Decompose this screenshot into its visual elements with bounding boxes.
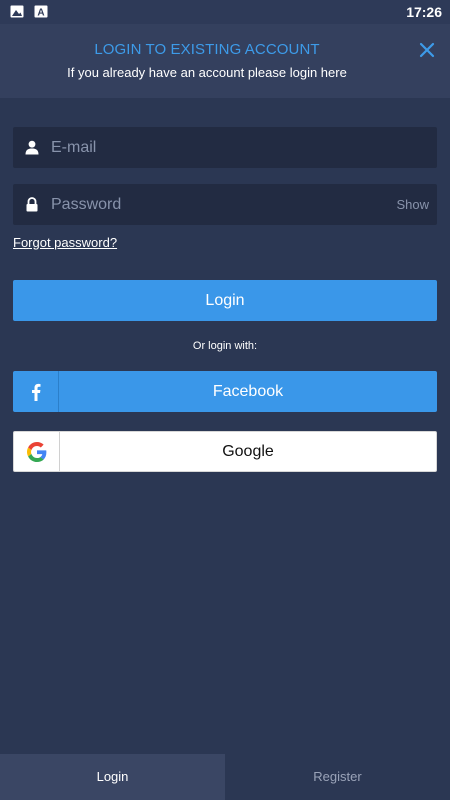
- tab-login[interactable]: Login: [0, 754, 225, 800]
- facebook-icon: [31, 383, 40, 401]
- tab-register[interactable]: Register: [225, 754, 450, 800]
- facebook-login-button[interactable]: Facebook: [13, 371, 437, 412]
- header: LOGIN TO EXISTING ACCOUNT If you already…: [0, 24, 450, 98]
- bottom-tabbar: Login Register: [0, 754, 450, 800]
- lock-icon: [26, 197, 38, 212]
- svg-text:A: A: [37, 8, 44, 19]
- forgot-password-link[interactable]: Forgot password?: [13, 235, 117, 250]
- login-screen: A 17:26 LOGIN TO EXISTING ACCOUNT If you…: [0, 0, 450, 800]
- email-field[interactable]: [13, 127, 437, 168]
- page-subtitle: If you already have an account please lo…: [67, 65, 347, 80]
- google-login-button[interactable]: Google: [13, 431, 437, 472]
- gallery-icon: [10, 5, 24, 18]
- page-title: LOGIN TO EXISTING ACCOUNT: [94, 41, 320, 58]
- google-icon: [26, 441, 46, 462]
- login-button[interactable]: Login: [13, 280, 437, 321]
- status-bar: A 17:26: [0, 0, 450, 24]
- or-login-with-label: Or login with:: [192, 340, 258, 352]
- google-label: Google: [222, 443, 274, 460]
- password-field[interactable]: Show: [13, 184, 437, 225]
- person-icon: [25, 140, 39, 155]
- email-input[interactable]: [51, 127, 391, 168]
- google-icon-box: [14, 432, 60, 471]
- password-input[interactable]: [51, 184, 391, 225]
- facebook-icon-box: [13, 371, 59, 412]
- a-notification-icon: A: [34, 5, 48, 18]
- facebook-label: Facebook: [212, 383, 284, 400]
- status-time: 17:26: [406, 4, 442, 20]
- close-icon[interactable]: [418, 41, 436, 59]
- show-password-button[interactable]: Show: [396, 197, 429, 212]
